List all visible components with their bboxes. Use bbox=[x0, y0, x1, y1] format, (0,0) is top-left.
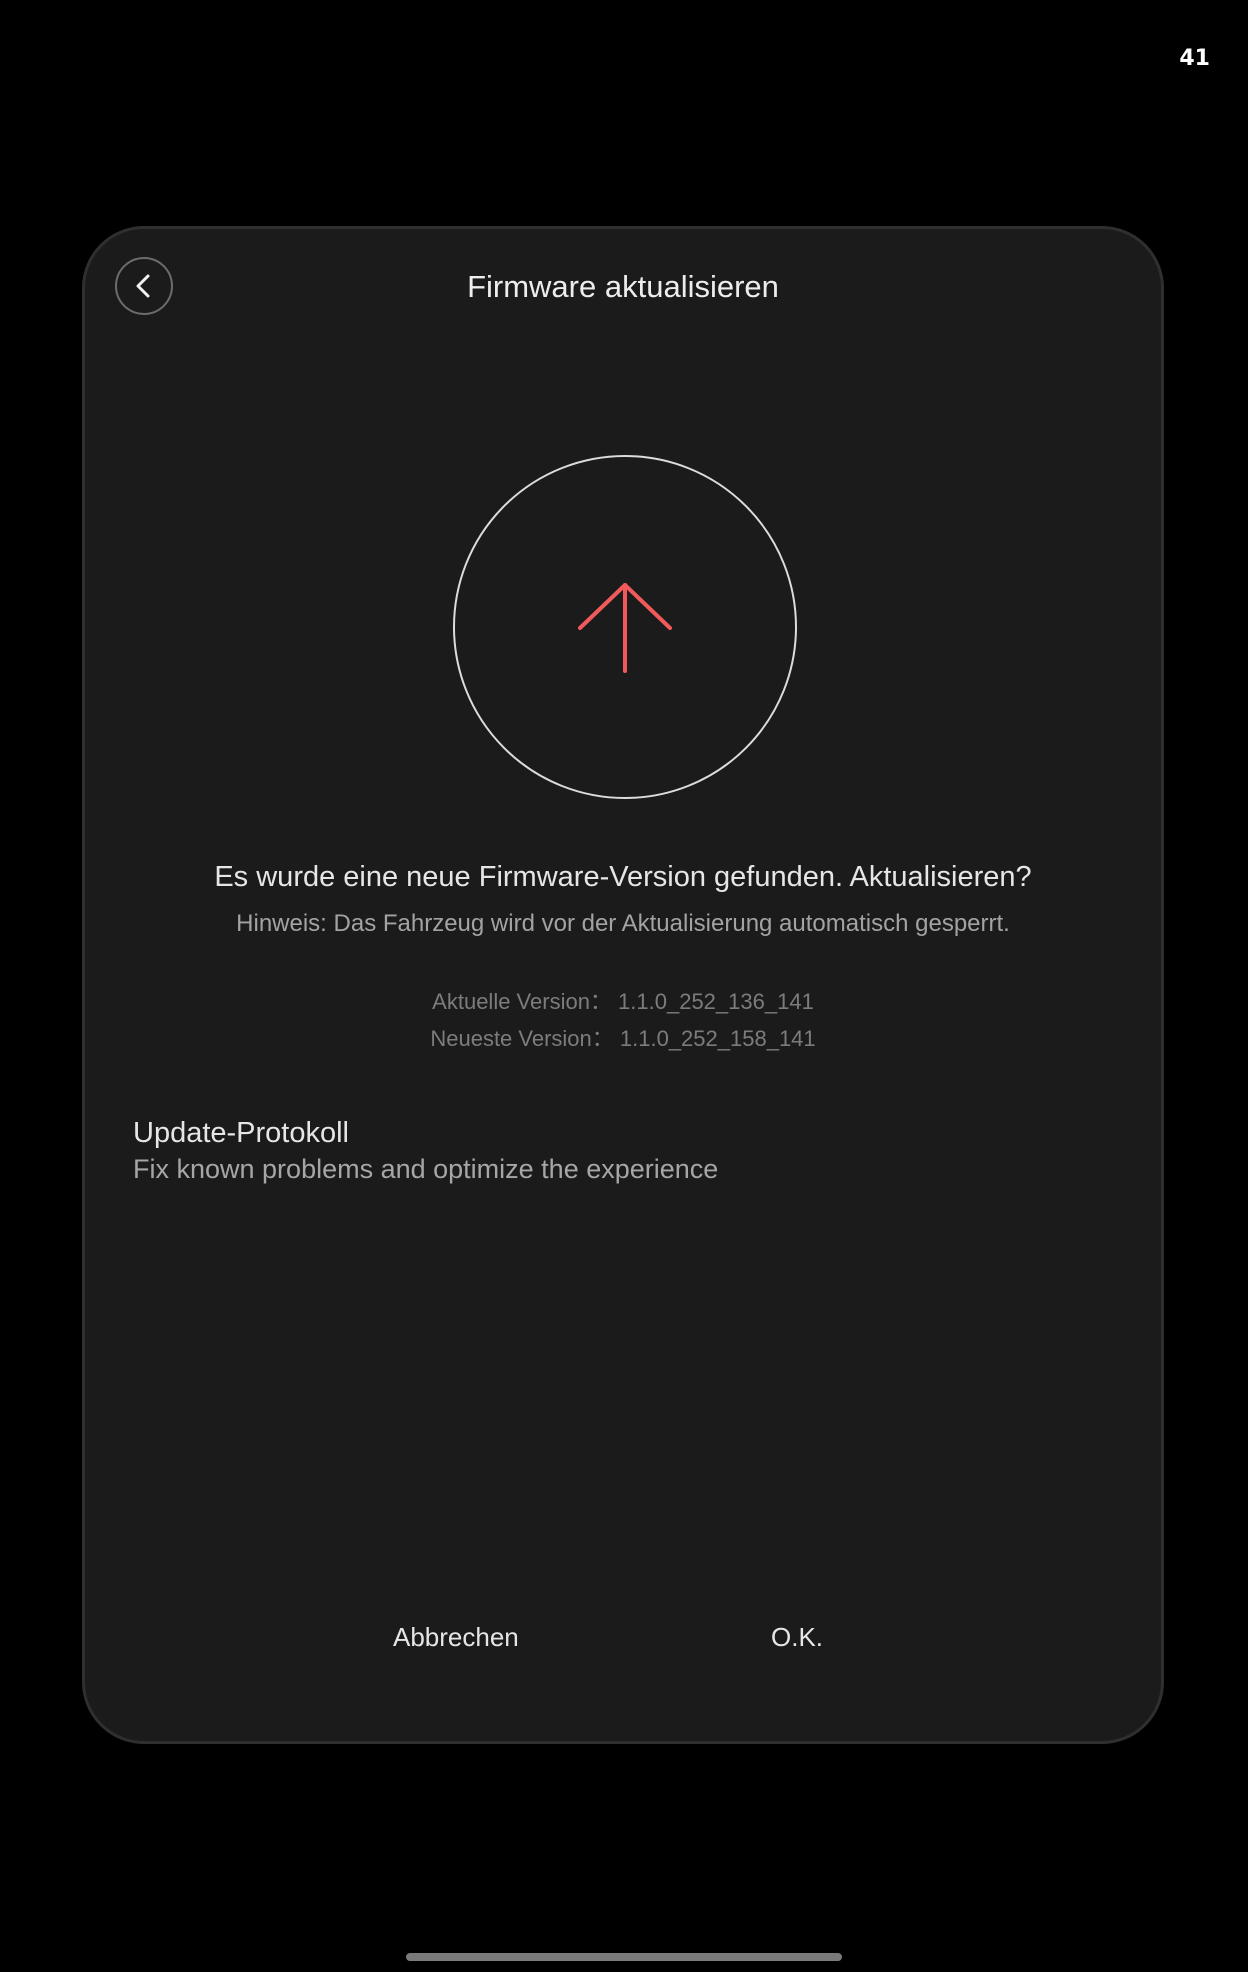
changelog-title: Update-Protokoll bbox=[133, 1117, 349, 1149]
update-message: Es wurde eine neue Firmware-Version gefu… bbox=[214, 861, 1032, 893]
changelog-text: Fix known problems and optimize the expe… bbox=[133, 1154, 719, 1184]
home-indicator[interactable] bbox=[406, 1953, 842, 1961]
ok-button[interactable]: O.K. bbox=[771, 1622, 823, 1653]
latest-version: Neueste Version： 1.1.0_252_158_141 bbox=[430, 1026, 816, 1051]
cancel-button[interactable]: Abbrechen bbox=[393, 1622, 519, 1653]
current-version: Aktuelle Version： 1.1.0_252_136_141 bbox=[432, 989, 814, 1014]
upload-circle bbox=[453, 455, 797, 799]
status-number: 41 bbox=[1179, 46, 1210, 71]
firmware-update-dialog: Firmware aktualisieren Es wurde eine neu… bbox=[82, 226, 1164, 1744]
arrow-up-icon bbox=[578, 583, 672, 673]
update-hint: Hinweis: Das Fahrzeug wird vor der Aktua… bbox=[236, 910, 1010, 937]
dialog-title: Firmware aktualisieren bbox=[467, 269, 779, 304]
version-info: Aktuelle Version： 1.1.0_252_136_141 Neue… bbox=[85, 983, 1161, 1057]
